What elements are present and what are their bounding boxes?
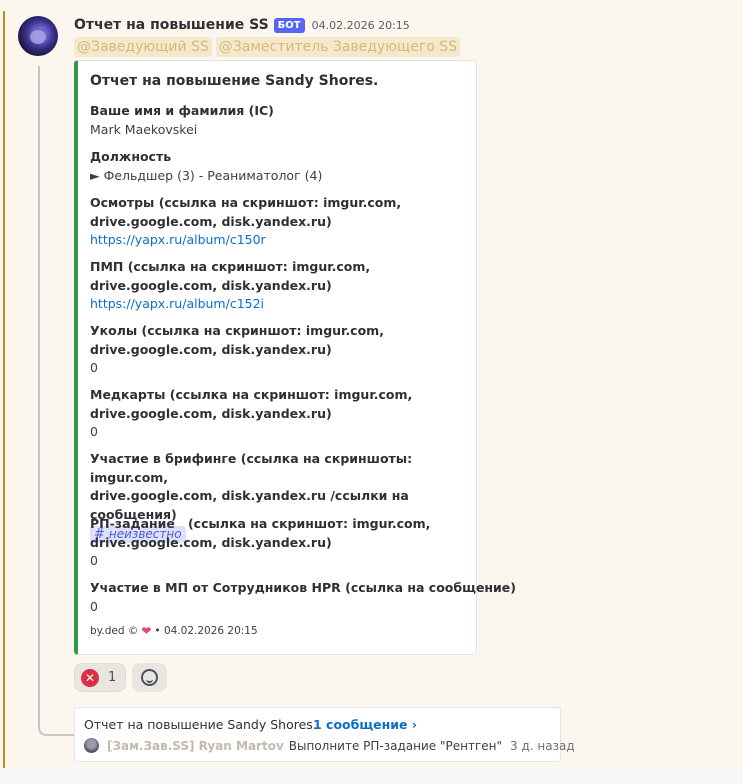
field-name-line: drive.google.com, disk.yandex.ru) [90,341,332,357]
heart-icon: ❤ [141,624,152,638]
field-name-line: ПМП (ссылка на скриншот: imgur.com, [90,259,371,274]
thread-title[interactable]: Отчет на повышение Sandy Shores. [84,717,317,732]
reaction-button[interactable]: ✕ 1 [74,663,126,692]
embed-field: Должность ► Фельдшер (3) - Реаниматолог … [90,148,470,185]
thread-last-message: [Зам.Зав.SS] Ryan Martov Выполните РП-за… [84,738,575,753]
field-value: 0 [90,360,98,375]
embed-field: Медкарты (ссылка на скриншот: imgur.com,… [90,386,470,442]
avatar [84,738,99,753]
embed-field: РП-задание (ссылка на скриншот: imgur.co… [90,515,470,571]
author-name[interactable]: Отчет на повышение SS [74,17,269,33]
add-reaction-button[interactable] [132,663,167,692]
thread-message-count[interactable]: 1 сообщение › [313,717,417,732]
reactions-row: ✕ 1 [74,663,167,692]
message-header: Отчет на повышение SS БОТ 04.02.2026 20:… [74,15,410,35]
field-value: 0 [90,424,98,439]
field-name-line: drive.google.com, disk.yandex.ru) [90,277,332,293]
field-value: 0 [90,598,98,614]
footer-text: by.ded © [90,625,139,637]
role-mention[interactable]: @Заведующий SS [74,37,212,57]
field-name-line: Уколы (ссылка на скриншот: imgur.com, [90,323,384,338]
thread-last-time: 3 д. назад [510,738,575,753]
field-name: Ваше имя и фамилия (IC) [90,103,274,118]
thread-last-text: Выполните РП-задание "Рентген" [288,738,503,753]
embed-field: Осмотры (ссылка на скриншот: imgur.com, … [90,194,470,250]
field-link[interactable]: https://yapx.ru/album/c152i [90,295,470,314]
reaction-count: 1 [108,670,117,685]
field-name-line: РП-задание (ссылка на скриншот: imgur.co… [90,516,431,531]
field-name-line: drive.google.com, disk.yandex.ru) [90,405,332,421]
bot-tag: БОТ [273,17,305,33]
thread-preview[interactable]: Отчет на повышение Sandy Shores. 1 сообщ… [74,707,575,762]
thread-last-author: [Зам.Зав.SS] Ryan Martov [107,738,284,753]
avatar[interactable] [18,16,58,56]
field-name-line: Участие в брифинге (ссылка на скриншоты:… [90,451,413,485]
add-reaction-icon [141,669,158,686]
mentions-row: @Заведующий SS @Заместитель Заведующего … [74,37,460,57]
message-timestamp[interactable]: 04.02.2026 20:15 [312,19,410,32]
field-name: Участие в МП от Сотрудников HPR (ссылка … [90,580,517,595]
thread-connector-line [38,66,76,736]
embed-field: Ваше имя и фамилия (IC) Mark Maekovskei [90,102,470,139]
field-name-line: drive.google.com, disk.yandex.ru) [90,213,332,229]
mention-highlight-bar [3,11,5,768]
field-name-line: drive.google.com, disk.yandex.ru) [90,534,332,550]
role-mention[interactable]: @Заместитель Заведующего SS [215,37,460,57]
embed-field: Уколы (ссылка на скриншот: imgur.com, dr… [90,322,470,378]
field-name-line: Медкарты (ссылка на скриншот: imgur.com, [90,387,413,402]
field-name-line: Осмотры (ссылка на скриншот: imgur.com, [90,195,402,210]
cross-mark-icon: ✕ [81,668,99,687]
field-link[interactable]: https://yapx.ru/album/c150r [90,231,470,250]
field-value: Mark Maekovskei [90,121,198,137]
field-name: Должность [90,149,172,164]
embed-field: Участие в МП от Сотрудников HPR (ссылка … [90,579,517,616]
embed-field: ПМП (ссылка на скриншот: imgur.com, driv… [90,258,470,314]
embed-footer: by.ded © ❤ • 04.02.2026 20:15 [90,624,258,638]
field-value: 0 [90,553,98,568]
embed: Отчет на повышение Sandy Shores. Ваше им… [74,60,517,655]
footer-timestamp: • 04.02.2026 20:15 [154,625,258,637]
field-value: ► Фельдшер (3) - Реаниматолог (4) [90,167,323,183]
embed-title: Отчет на повышение Sandy Shores. [90,73,379,89]
